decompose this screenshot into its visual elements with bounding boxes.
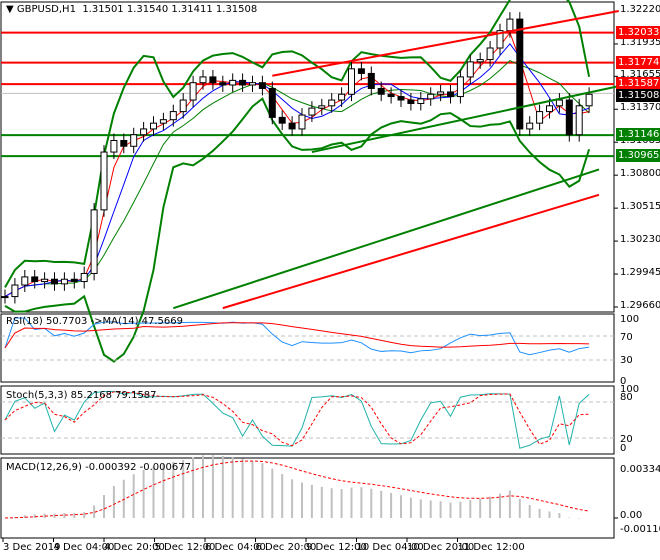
candle-body xyxy=(60,278,68,285)
candle-body xyxy=(328,99,336,107)
rsi-axis-label: 30 xyxy=(620,355,633,366)
candle-body xyxy=(367,72,375,89)
candle-body xyxy=(70,278,78,283)
candle-body xyxy=(536,111,544,124)
stoch-label: Stoch(5,3,3) 85.2168 79.1587 xyxy=(6,390,157,401)
trading-chart[interactable]: ▼ GBPUSD,H1 1.31501 1.31540 1.31411 1.31… xyxy=(0,0,660,560)
candle-body xyxy=(1,296,9,299)
ma-long-red xyxy=(222,193,600,310)
candle-body xyxy=(437,91,445,95)
candle-body xyxy=(348,68,355,95)
symbol: GBPUSD,H1 xyxy=(16,4,76,15)
candle-body xyxy=(278,116,286,124)
candle-body xyxy=(229,79,237,86)
candle-body xyxy=(387,93,395,98)
candle-body xyxy=(298,114,306,130)
candle-body xyxy=(357,68,365,74)
level-tag: 1.31146 xyxy=(616,128,660,142)
rsi-axis-label: 100 xyxy=(620,314,640,325)
macd-axis-label: -0.001106 xyxy=(620,524,660,535)
rsi-label: RSI(18) 50.7703 ->MA(14) 47.5669 xyxy=(6,316,183,327)
macd-axis-label: 0.00 xyxy=(620,510,643,521)
stoch-axis-label: 80 xyxy=(620,392,633,403)
price-axis-label: 1.29945 xyxy=(620,267,660,279)
candle-body xyxy=(150,122,157,130)
candle-body xyxy=(506,18,514,32)
candle-body xyxy=(546,105,553,113)
candle-body xyxy=(447,91,454,98)
ma-long-green xyxy=(172,168,600,310)
level-tag: 1.31587 xyxy=(616,77,660,91)
candle-body xyxy=(100,151,108,211)
candle-body xyxy=(41,278,49,283)
candle-body xyxy=(120,139,128,147)
candle-body xyxy=(407,99,415,104)
candle-body xyxy=(219,82,227,86)
candle-body xyxy=(456,76,464,98)
candle-body xyxy=(318,105,326,109)
candle-body xyxy=(516,18,524,130)
ohlc-values: 1.31501 1.31540 1.31411 1.31508 xyxy=(82,4,258,15)
price-axis-label: 1.32220 xyxy=(620,4,660,15)
candle-body xyxy=(377,87,385,95)
candle-body xyxy=(397,96,405,101)
candle-body xyxy=(51,278,58,285)
candle-body xyxy=(427,93,435,100)
candle-body xyxy=(526,122,534,130)
candle-body xyxy=(308,107,316,116)
macd-label: MACD(12,26,9) -0.000392 -0.000677 xyxy=(6,462,191,473)
chart-title: ▼ GBPUSD,H1 1.31501 1.31540 1.31411 1.31… xyxy=(6,4,258,15)
stoch-axis-label: 0 xyxy=(620,443,627,454)
date-label: 3 Dec 2019 xyxy=(3,542,61,553)
candle-body xyxy=(565,99,573,136)
candle-body xyxy=(189,82,197,101)
candle-body xyxy=(575,105,583,136)
date-label: 11 Dec 12:00 xyxy=(457,542,525,553)
candle-body xyxy=(249,82,256,86)
candle-body xyxy=(159,119,167,124)
price-axis-label: 1.30230 xyxy=(620,234,660,246)
candle-body xyxy=(11,284,19,298)
candle-body xyxy=(169,111,177,121)
candle-body xyxy=(209,76,217,84)
trendline-red xyxy=(272,10,619,77)
candle-body xyxy=(179,99,187,113)
candle-body xyxy=(199,76,207,84)
candle-body xyxy=(585,93,593,107)
chart-canvas[interactable] xyxy=(0,0,660,560)
level-tag: 1.30965 xyxy=(616,149,660,163)
candle-body xyxy=(555,99,563,107)
candle-body xyxy=(258,82,266,89)
candle-body xyxy=(21,276,29,286)
candle-body xyxy=(31,276,39,283)
candle-body xyxy=(239,79,247,86)
candle-body xyxy=(486,47,494,61)
price-axis-label: 1.29660 xyxy=(620,299,660,311)
candle-body xyxy=(417,98,425,104)
price-axis-label: 1.31370 xyxy=(620,102,660,114)
level-tag: 1.31774 xyxy=(616,55,660,69)
price-axis-label: 1.30800 xyxy=(620,168,660,180)
current-price-tag: 1.31508 xyxy=(616,89,660,103)
macd-axis-label: 0.003345 xyxy=(620,464,660,475)
candle-body xyxy=(90,209,98,274)
candle-body xyxy=(338,93,346,101)
candle-body xyxy=(110,139,118,153)
candle-body xyxy=(268,87,276,118)
candle-body xyxy=(130,134,138,147)
candle-body xyxy=(80,272,88,283)
level-tag: 1.32033 xyxy=(616,25,660,39)
price-axis-label: 1.30515 xyxy=(620,201,660,213)
candle-body xyxy=(288,122,296,130)
candle-body xyxy=(140,128,148,136)
rsi-axis-label: 70 xyxy=(620,332,633,343)
candle-body xyxy=(476,59,484,63)
candle-body xyxy=(466,61,474,78)
